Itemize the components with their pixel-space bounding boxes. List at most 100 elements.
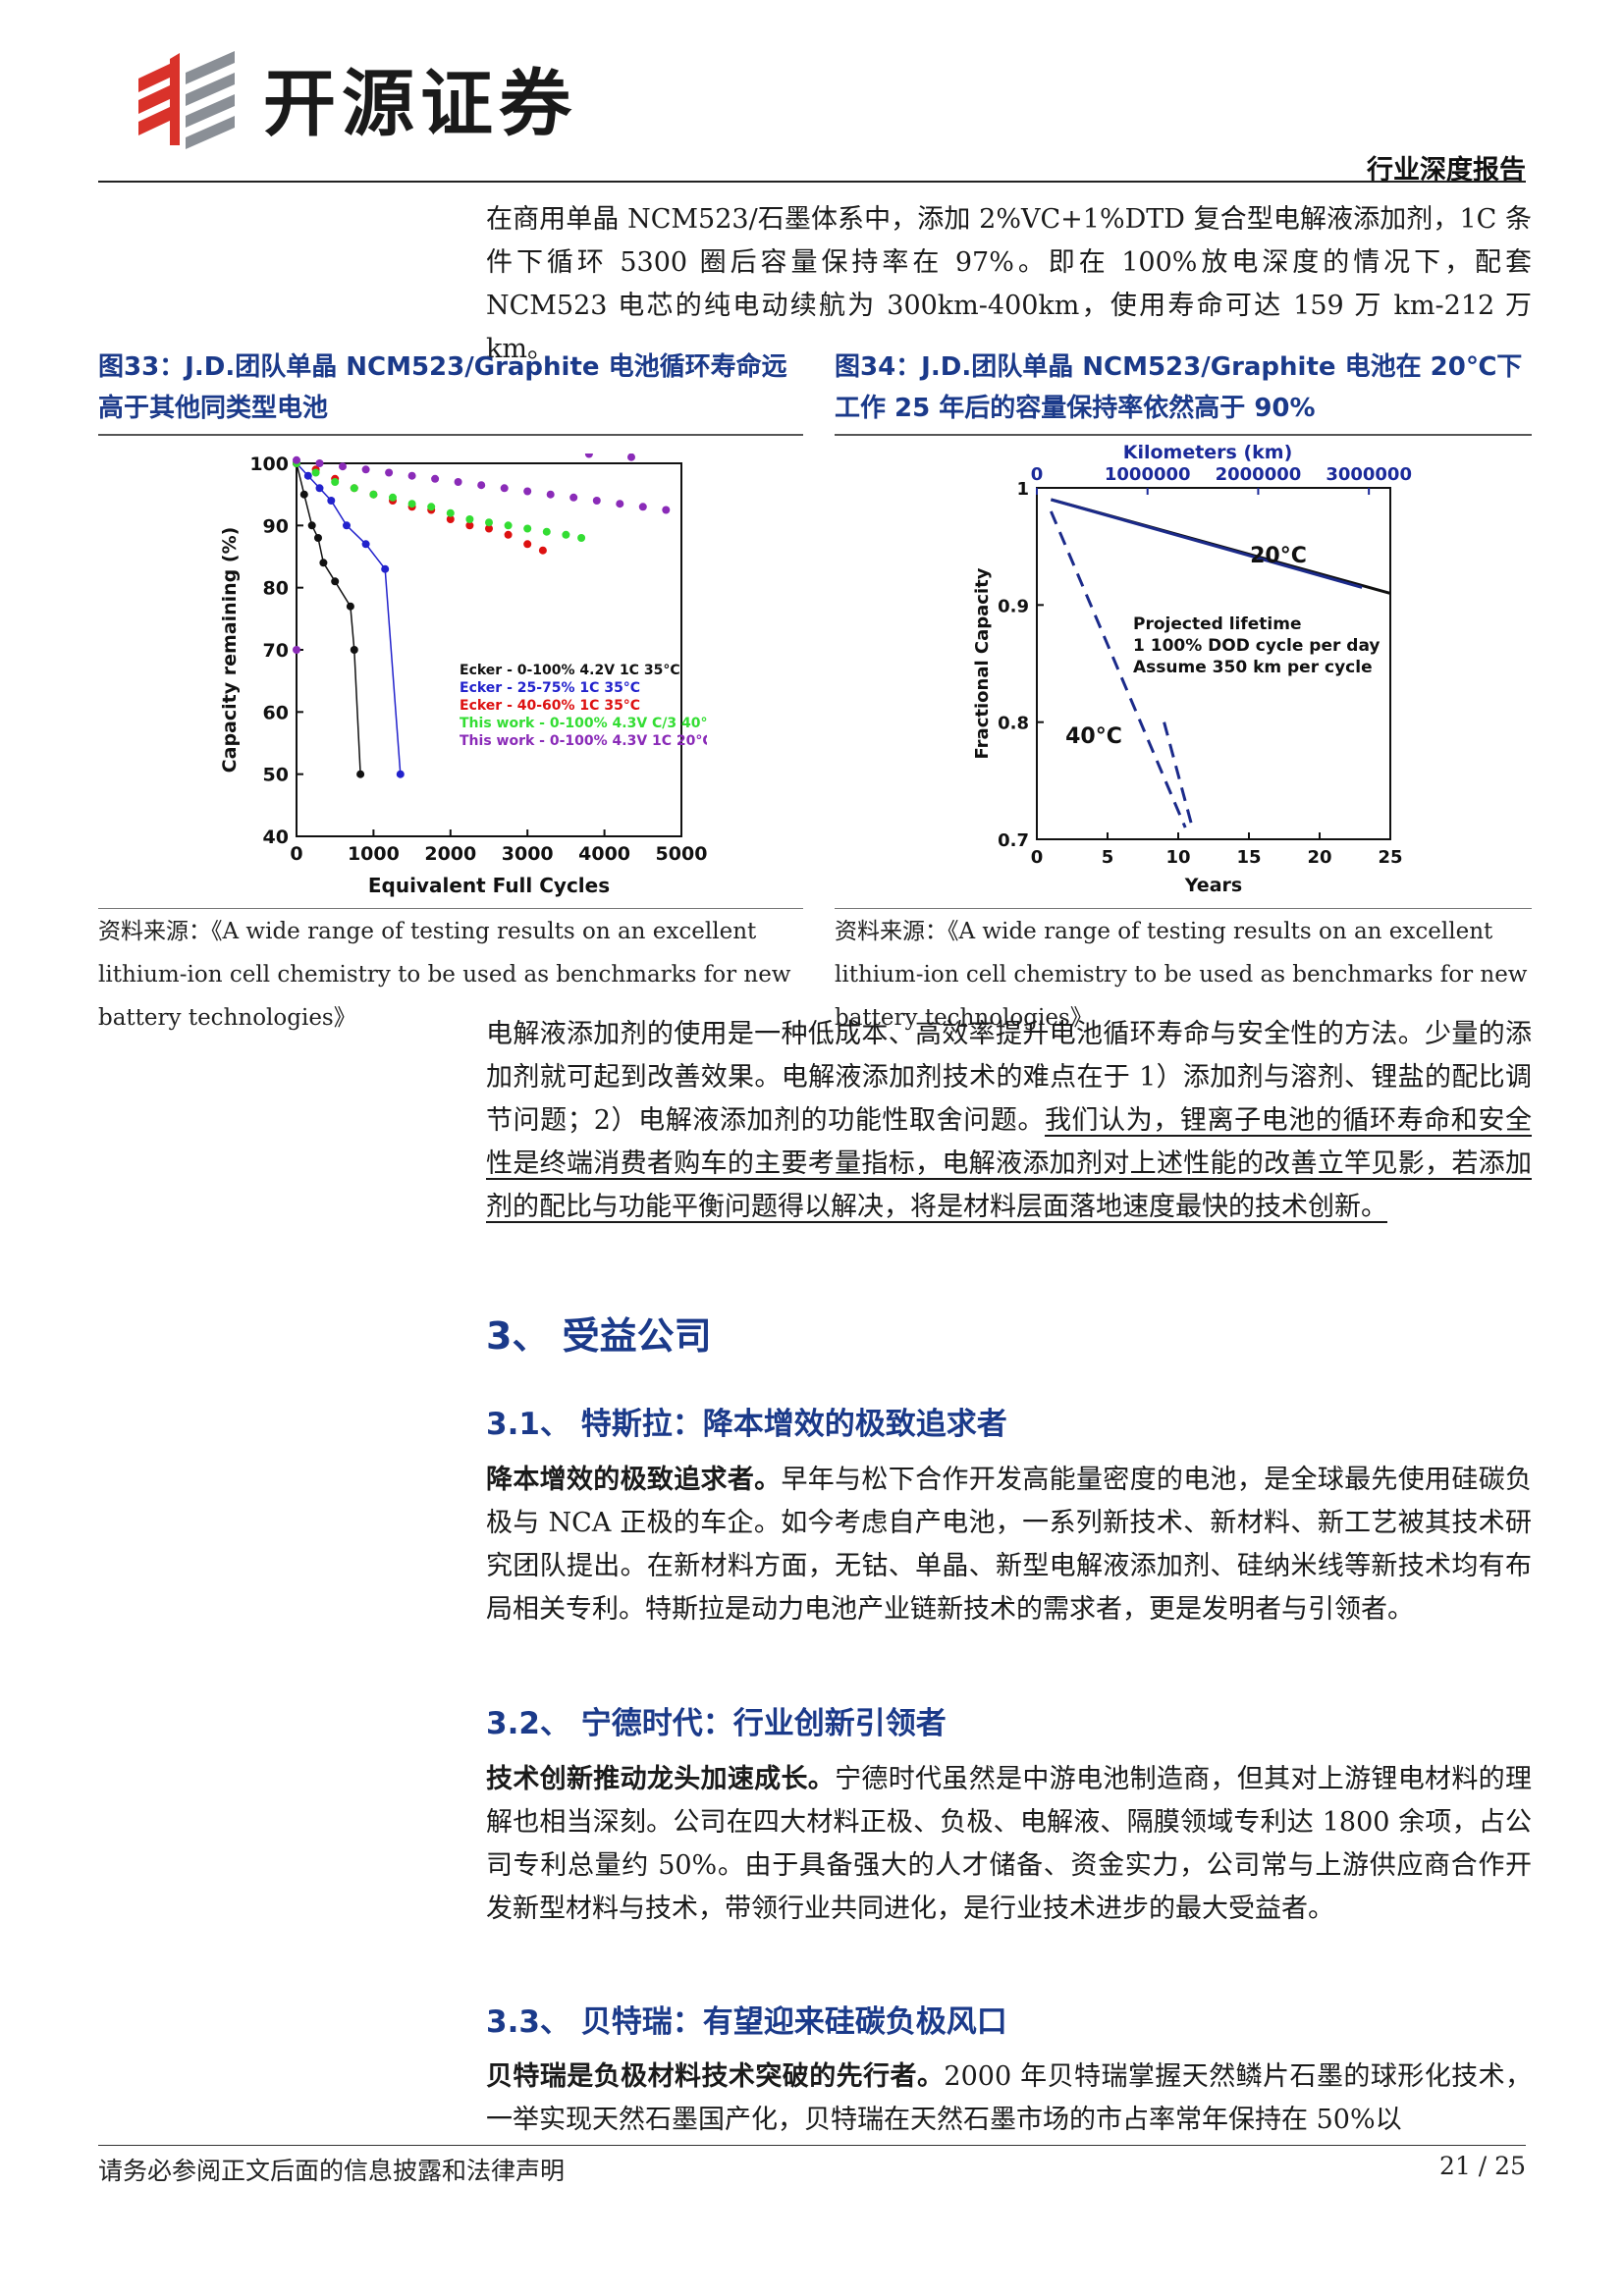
chart33-data-point bbox=[346, 602, 354, 611]
chart34-top-tick-label: 3000000 bbox=[1326, 464, 1412, 485]
figure-34-chart: Kilometers (km) 0 5 10 15 20 250.70.80.910 100… bbox=[972, 442, 1412, 896]
page-number: 21 / 25 bbox=[1439, 2152, 1526, 2180]
chart33-x-tick-label: 2000 bbox=[424, 843, 476, 865]
chart34-x-axis-label: Years bbox=[1184, 875, 1242, 896]
chart33-data-point bbox=[396, 770, 405, 778]
section-3-2-paragraph: 技术创新推动龙头加速成长。宁德时代虽然是中游电池制造商，但其对上游锂电材料的理解… bbox=[486, 1758, 1532, 1931]
chart33-legend-entry: Ecker - 0-100% 4.2V 1C 35°C bbox=[460, 663, 680, 678]
chart34-top-tick-label: 1000000 bbox=[1105, 464, 1191, 485]
chart34-label-20c: 20°C bbox=[1250, 544, 1307, 568]
figure-33-bottom-rule bbox=[98, 908, 803, 909]
chart34-x-tick-label: 25 bbox=[1378, 847, 1402, 868]
chart33-y-tick-label: 90 bbox=[263, 515, 289, 537]
chart33-data-point bbox=[315, 484, 324, 493]
chart33-data-point bbox=[427, 503, 436, 511]
footer-divider bbox=[98, 2145, 1526, 2146]
figure-33-chart: 0 1000 2000 3000 4000 5000 40 50 60 70 80 90 100 Eck… bbox=[219, 454, 707, 897]
chart34-y-tick-label: 0.9 bbox=[998, 596, 1029, 616]
chart33-data-point bbox=[361, 465, 370, 474]
chart33-y-tick-label: 50 bbox=[263, 765, 289, 786]
chart34-projection-line-3: Assume 350 km per cycle bbox=[1133, 658, 1373, 677]
chart33-y-tick-label: 40 bbox=[263, 827, 289, 848]
figure-33-caption: 图33：J.D.团队单晶 NCM523/Graphite 电池循环寿命远高于其他… bbox=[98, 347, 805, 429]
footer-disclaimer: 请务必参阅正文后面的信息披露和法律声明 bbox=[98, 2157, 566, 2185]
chart33-y-tick-label: 70 bbox=[263, 640, 289, 662]
chart33-data-point bbox=[504, 521, 513, 530]
chart33-data-point bbox=[314, 534, 322, 542]
chart33-data-point bbox=[592, 497, 601, 505]
chart33-data-point bbox=[662, 506, 671, 514]
chart33-y-tick-label: 100 bbox=[249, 454, 289, 475]
figure-33-title: 图33：J.D.团队单晶 NCM523/Graphite 电池循环寿命远高于其他… bbox=[98, 352, 787, 423]
chart33-data-point bbox=[331, 577, 340, 586]
chart33-y-axis-label: Capacity remaining (%) bbox=[219, 527, 241, 774]
chart33-data-point bbox=[319, 559, 328, 567]
chart34-x-tick-label: 5 bbox=[1102, 847, 1114, 868]
chart33-data-point bbox=[293, 646, 300, 654]
additive-paragraph: 电解液添加剂的使用是一种低成本、高效率提升电池循环寿命与安全性的方法。少量的添加… bbox=[486, 1013, 1532, 1229]
chart34-label-40c: 40°C bbox=[1065, 724, 1122, 749]
chart33-series-line bbox=[296, 462, 361, 774]
chart33-y-tick-label: 80 bbox=[263, 578, 289, 600]
chart33-x-tick-label: 0 bbox=[290, 843, 302, 865]
chart33-data-point bbox=[577, 534, 586, 542]
section-3-2-lead: 技术创新推动龙头加速成长。 bbox=[486, 1764, 836, 1794]
chart33-data-point bbox=[361, 540, 370, 549]
figure-34-caption: 图34：J.D.团队单晶 NCM523/Graphite 电池在 20℃下工作 … bbox=[835, 347, 1532, 429]
chart33-series-line bbox=[296, 462, 402, 774]
chart33-legend-entry: This work - 0-100% 4.3V 1C 20°C bbox=[460, 733, 707, 749]
intro-paragraph: 在商用单晶 NCM523/石墨体系中，添加 2%VC+1%DTD 复合型电解液添… bbox=[486, 204, 1532, 364]
chart34-top-tick-label: 0 bbox=[1031, 464, 1044, 485]
chart33-x-tick-label: 5000 bbox=[656, 843, 707, 865]
chart33-data-point bbox=[339, 462, 347, 471]
figure-34-title: 图34：J.D.团队单晶 NCM523/Graphite 电池在 20℃下工作 … bbox=[835, 352, 1523, 423]
chart33-data-point bbox=[523, 540, 532, 549]
chart33-data-point bbox=[350, 484, 358, 493]
section-3-1-heading: 3.1、 特斯拉：降本增效的极致追求者 bbox=[486, 1407, 1007, 1442]
chart33-data-point bbox=[407, 500, 416, 508]
section-3-3-paragraph: 贝特瑞是负极材料技术突破的先行者。2000 年贝特瑞掌握天然鳞片石墨的球形化技术… bbox=[486, 2056, 1532, 2142]
chart33-data-point bbox=[638, 503, 647, 511]
chart33-data-point bbox=[407, 471, 416, 480]
chart33-data-point bbox=[299, 490, 308, 499]
chart34-x-tick-label: 15 bbox=[1236, 847, 1261, 868]
chart33-x-tick-label: 1000 bbox=[348, 843, 400, 865]
chart33-data-point bbox=[569, 493, 578, 502]
chart33-data-point bbox=[303, 471, 312, 480]
section-3-3-heading: 3.3、 贝特瑞：有望迎来硅碳负极风口 bbox=[486, 2004, 1007, 2040]
chart33-x-axis-label: Equivalent Full Cycles bbox=[368, 874, 610, 897]
chart33-x-tick-label: 3000 bbox=[502, 843, 554, 865]
chart33-x-tick-label: 4000 bbox=[578, 843, 630, 865]
chart33-data-point bbox=[465, 515, 474, 523]
chart33-data-point bbox=[381, 564, 390, 573]
section-3-1-paragraph: 降本增效的极致追求者。早年与松下合作开发高能量密度的电池，是全球最先使用硅碳负极… bbox=[486, 1459, 1532, 1631]
chart34-x-tick-label: 20 bbox=[1307, 847, 1331, 868]
chart33-data-point bbox=[350, 646, 358, 654]
chart33-legend-entry: Ecker - 40-60% 1C 35°C bbox=[460, 698, 640, 714]
chart34-y-axis-label: Fractional Capacity bbox=[972, 567, 993, 759]
chart33-data-point bbox=[523, 524, 532, 533]
chart33-data-point bbox=[369, 490, 378, 499]
chart33-data-point bbox=[293, 455, 300, 464]
chart33-data-point bbox=[389, 493, 397, 502]
chart33-data-point bbox=[504, 530, 513, 539]
chart33-data-point bbox=[627, 454, 635, 461]
logo-text: 开源证券 bbox=[263, 62, 577, 146]
figure-34-bottom-rule bbox=[835, 908, 1532, 909]
chart34-y-tick-label: 0.7 bbox=[998, 830, 1029, 851]
chart33-data-point bbox=[500, 484, 509, 493]
chart33-data-point bbox=[454, 478, 462, 486]
chart34-top-tick-label: 2000000 bbox=[1216, 464, 1302, 485]
chart33-data-point bbox=[523, 487, 532, 496]
chart34-top-axis-label: Kilometers (km) bbox=[1123, 442, 1293, 463]
chart33-data-point bbox=[584, 454, 593, 458]
figure-33-top-rule bbox=[98, 434, 803, 436]
chart33-data-point bbox=[546, 490, 555, 499]
section-3-3-lead: 贝特瑞是负极材料技术突破的先行者。 bbox=[486, 2061, 945, 2092]
chart33-data-point bbox=[562, 530, 570, 539]
chart33-legend-entry: This work - 0-100% 4.3V C/3 40°C bbox=[460, 716, 707, 731]
chart33-data-point bbox=[542, 527, 551, 536]
chart34-projection-line-2: 1 100% DOD cycle per day bbox=[1133, 636, 1380, 656]
chart33-data-point bbox=[343, 521, 351, 530]
chart34-projection-line-1: Projected lifetime bbox=[1133, 614, 1301, 634]
